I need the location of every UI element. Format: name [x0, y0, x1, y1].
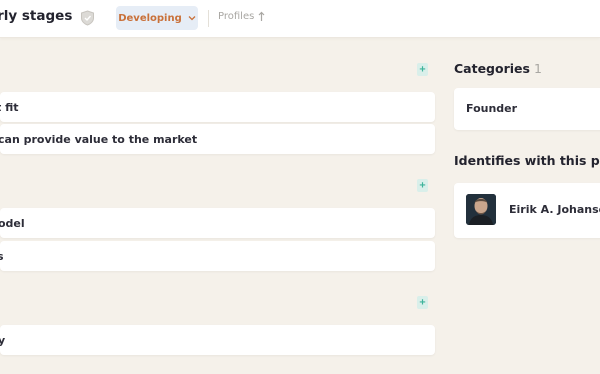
status-label: Developing [118, 12, 182, 24]
list-item-label: s [0, 249, 4, 263]
list-item[interactable]: y [0, 325, 435, 355]
identifies-heading: Identifies with this profil [454, 153, 600, 168]
person-name: Eirik A. Johansen [509, 203, 600, 216]
profiles-link[interactable]: Profiles [218, 11, 265, 22]
shield-icon [81, 10, 94, 26]
list-item[interactable]: can provide value to the market [0, 124, 435, 154]
page-title: arly stages [0, 8, 73, 24]
add-item-button[interactable]: + [417, 63, 428, 76]
categories-count: 1 [533, 61, 542, 76]
list-item-label: y [0, 333, 6, 347]
list-item[interactable]: s [0, 241, 435, 271]
list-item[interactable]: odel [0, 208, 435, 238]
list-item[interactable]: t fit [0, 92, 435, 122]
status-dropdown[interactable]: Developing [116, 6, 198, 30]
add-item-button[interactable]: + [417, 179, 428, 192]
chevron-down-icon [188, 16, 196, 21]
categories-heading: Categories 1 [454, 61, 542, 76]
avatar [466, 194, 496, 225]
category-item: Founder [466, 102, 518, 115]
categories-heading-text: Categories [454, 61, 530, 76]
category-card[interactable]: Founder [454, 88, 600, 130]
profiles-label: Profiles [218, 11, 255, 22]
list-item-label: odel [0, 216, 25, 230]
top-bar: arly stages Developing Profiles [0, 0, 600, 38]
list-item-label: can provide value to the market [0, 132, 198, 146]
header-divider [208, 10, 209, 27]
add-item-button[interactable]: + [417, 296, 428, 309]
list-item-label: t fit [0, 100, 19, 114]
person-card[interactable]: Eirik A. Johansen [454, 183, 600, 238]
arrow-up-icon [258, 11, 265, 21]
